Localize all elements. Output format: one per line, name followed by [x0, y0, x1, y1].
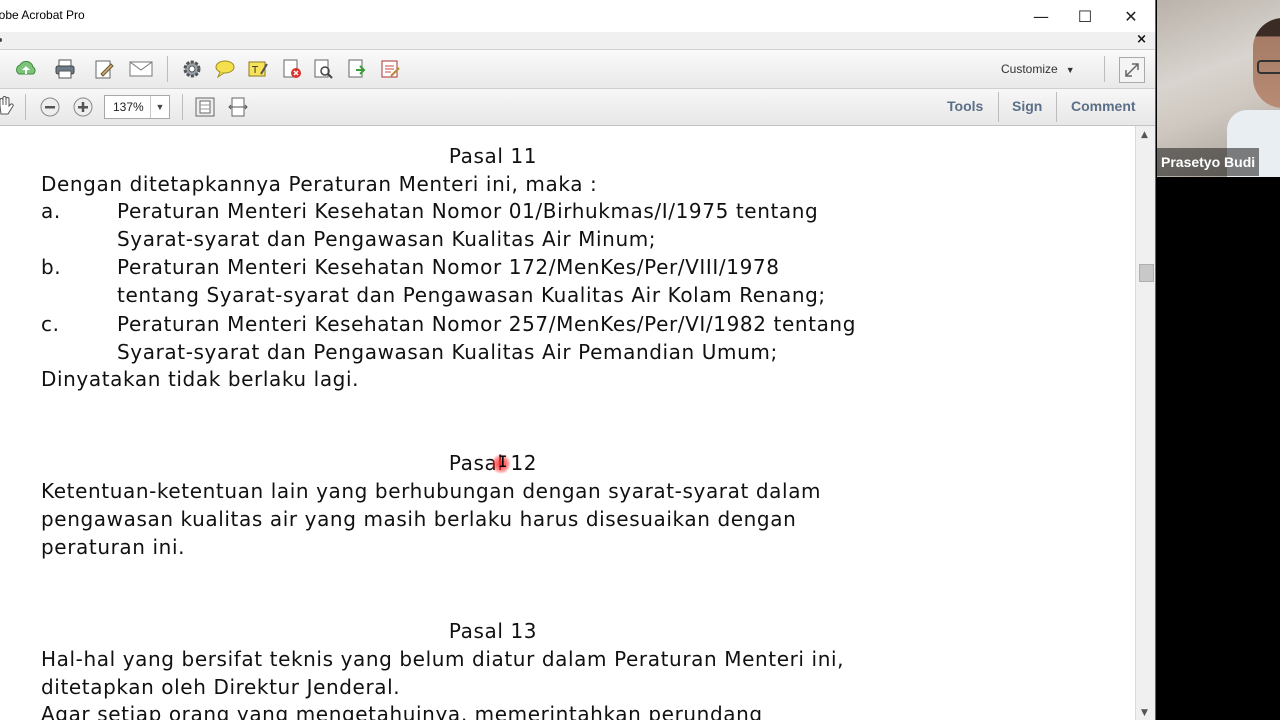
scroll-up-icon[interactable]: ▲	[1141, 130, 1148, 140]
upload-cloud-icon[interactable]	[14, 57, 38, 81]
pasal-11-heading: Pasal 11	[448, 144, 538, 168]
toolbar-separator	[998, 92, 999, 122]
list-item-line: Peraturan Menteri Kesehatan Nomor 257/Me…	[117, 312, 856, 336]
acrobat-window: lobe Acrobat Pro — ☐ ✕ × T Customize ▼ 1…	[0, 0, 1156, 720]
find-page-icon[interactable]	[311, 57, 335, 81]
close-button[interactable]: ✕	[1108, 0, 1154, 32]
svg-text:T: T	[251, 65, 259, 76]
window-title: lobe Acrobat Pro	[0, 8, 85, 22]
customize-dropdown[interactable]: Customize ▼	[1001, 62, 1075, 76]
expand-window-icon[interactable]	[1119, 57, 1145, 83]
main-toolbar: T Customize ▼	[0, 50, 1155, 89]
text-cursor-icon: I	[498, 452, 508, 471]
delete-page-icon[interactable]	[280, 57, 304, 81]
title-bar: lobe Acrobat Pro — ☐ ✕	[0, 0, 1155, 32]
form-edit-icon[interactable]	[378, 57, 402, 81]
paragraph-line: ditetapkan oleh Direktur Jenderal.	[41, 675, 401, 699]
settings-gear-icon[interactable]	[180, 57, 204, 81]
toolbar-separator	[1056, 92, 1057, 122]
paragraph-line: peraturan ini.	[41, 535, 186, 559]
scroll-thumb[interactable]	[1139, 264, 1154, 282]
vertical-scrollbar[interactable]: ▲ ▼	[1135, 126, 1155, 720]
customize-label: Customize	[1001, 62, 1058, 76]
list-item-line: tentang Syarat-syarat dan Pengawasan Kua…	[117, 283, 826, 307]
document-tab-bar: ×	[0, 32, 1155, 50]
participant-name: Prasetyo Budi	[1157, 148, 1260, 176]
list-marker: b.	[41, 255, 62, 279]
email-icon[interactable]	[129, 57, 153, 81]
comment-bubble-icon[interactable]	[213, 57, 237, 81]
scroll-down-icon[interactable]: ▼	[1141, 708, 1148, 718]
zoom-in-icon[interactable]	[71, 95, 95, 119]
paragraph-line: Dengan ditetapkannya Peraturan Menteri i…	[41, 172, 598, 196]
glasses-icon	[1257, 60, 1280, 74]
highlight-text-icon[interactable]: T	[246, 57, 270, 81]
toolbar-separator	[1104, 56, 1105, 82]
paragraph-line: Ketentuan-ketentuan lain yang berhubunga…	[41, 479, 822, 503]
toolbar-separator	[182, 94, 183, 120]
paragraph-line: pengawasan kualitas air yang masih berla…	[41, 507, 797, 531]
zoom-level-select[interactable]: 137% ▼	[104, 95, 170, 119]
doc-menu-dot-icon[interactable]	[0, 38, 2, 42]
navigation-toolbar: 137% ▼ Tools Sign Comment	[0, 89, 1155, 126]
hand-tool-icon[interactable]	[0, 95, 18, 119]
document-view[interactable]: Pasal 11 Dengan ditetapkannya Peraturan …	[0, 126, 1133, 720]
list-item-line: Peraturan Menteri Kesehatan Nomor 172/Me…	[117, 255, 780, 279]
paragraph-line: Hal-hal yang bersifat teknis yang belum …	[41, 647, 845, 671]
export-page-icon[interactable]	[345, 57, 369, 81]
edit-document-icon[interactable]	[92, 57, 116, 81]
zoom-level-value: 137%	[113, 100, 144, 114]
fit-width-icon[interactable]	[226, 95, 250, 119]
list-item-line: Peraturan Menteri Kesehatan Nomor 01/Bir…	[117, 199, 819, 223]
tools-panel-link[interactable]: Tools	[947, 98, 983, 114]
fit-page-icon[interactable]	[193, 95, 217, 119]
chevron-down-icon[interactable]: ▼	[150, 96, 169, 118]
list-marker: a.	[41, 199, 61, 223]
sign-panel-link[interactable]: Sign	[1012, 98, 1042, 114]
list-marker: c.	[41, 312, 60, 336]
paragraph-line: Dinyatakan tidak berlaku lagi.	[41, 367, 360, 391]
toolbar-separator	[25, 94, 26, 120]
minimize-button[interactable]: —	[1018, 0, 1064, 32]
print-icon[interactable]	[53, 57, 77, 81]
pasal-13-heading: Pasal 13	[448, 619, 538, 643]
caret-down-icon: ▼	[1065, 65, 1075, 75]
comment-panel-link[interactable]: Comment	[1071, 98, 1136, 114]
paragraph-line: Agar setiap orang yang mengetahuinya, me…	[41, 702, 763, 720]
list-item-line: Syarat-syarat dan Pengawasan Kualitas Ai…	[117, 340, 778, 364]
toolbar-separator	[167, 56, 168, 82]
close-document-button[interactable]: ×	[1136, 32, 1147, 47]
zoom-out-icon[interactable]	[38, 95, 62, 119]
webcam-video: Prasetyo Budi	[1157, 0, 1280, 177]
list-item-line: Syarat-syarat dan Pengawasan Kualitas Ai…	[117, 227, 657, 251]
maximize-button[interactable]: ☐	[1062, 0, 1108, 32]
